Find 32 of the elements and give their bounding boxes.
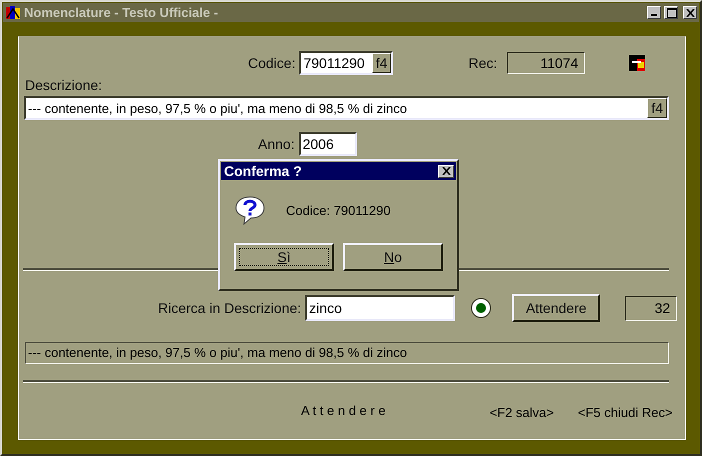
- question-icon: [234, 194, 266, 226]
- anno-field[interactable]: 2006: [298, 132, 357, 156]
- app-icon: [5, 4, 21, 20]
- dialog-message: Codice: 79011290: [286, 202, 391, 218]
- dialog-title: Conferma ?: [224, 163, 303, 179]
- close-icon: [686, 8, 694, 16]
- shortcut-hint: <F2 salva>: [490, 405, 554, 420]
- close-icon: [442, 167, 450, 175]
- dialog-button[interactable]: Sì: [234, 243, 334, 271]
- rec-label: Rec:: [468, 55, 498, 71]
- maximize-button[interactable]: [664, 6, 678, 19]
- shortcut-hint: <F5 chiudi Rec>: [578, 405, 673, 420]
- rec-value: 11074: [507, 52, 586, 74]
- codice-label: Codice:: [248, 55, 296, 71]
- flag-icon: [629, 55, 646, 71]
- window-title: Nomenclature - Testo Ufficiale -: [24, 5, 220, 20]
- close-button[interactable]: [438, 164, 454, 178]
- close-button[interactable]: [683, 6, 697, 19]
- status-text: A t t e n d e r e: [301, 403, 386, 418]
- dialog-button[interactable]: No: [343, 243, 443, 271]
- ricerca-label: Ricerca in Descrizione:: [158, 300, 302, 316]
- descrizione-label: Descrizione:: [25, 77, 102, 93]
- ricerca-field[interactable]: zinco: [305, 295, 456, 321]
- lookup-button[interactable]: f4: [372, 53, 392, 73]
- attendere-button[interactable]: Attendere: [512, 294, 600, 322]
- minimize-button[interactable]: [647, 6, 661, 19]
- descrizione-field[interactable]: --- contenente, in peso, 97,5 % o piu', ma meno di 98,5 % di zinco f4: [24, 96, 669, 120]
- anno-label: Anno:: [258, 136, 295, 152]
- lookup-button[interactable]: f4: [647, 98, 667, 118]
- radio-button[interactable]: [471, 298, 492, 318]
- count-value: 32: [625, 296, 678, 320]
- codice-field[interactable]: 79011290 f4: [299, 51, 394, 75]
